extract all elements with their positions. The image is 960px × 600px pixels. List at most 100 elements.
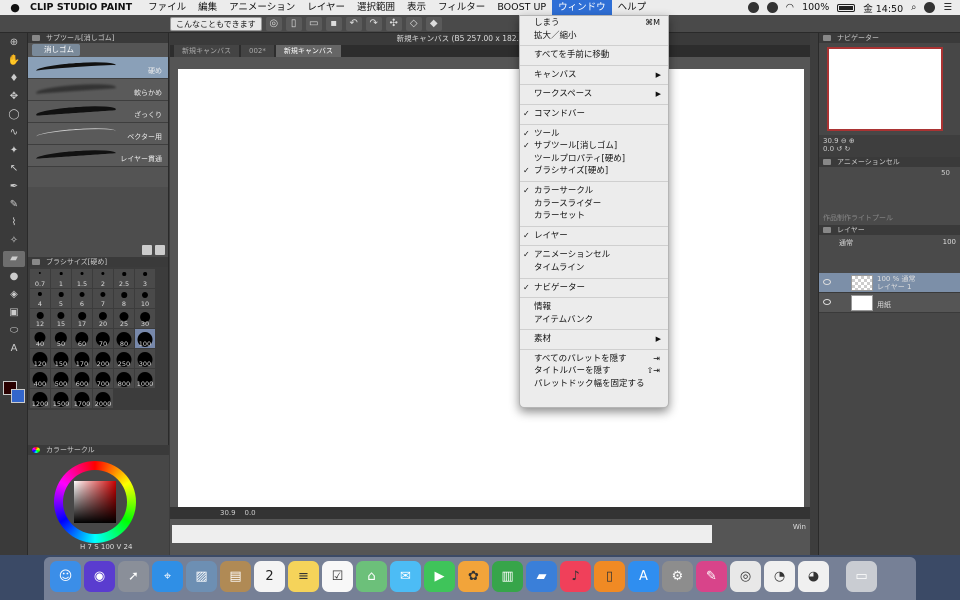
list-item[interactable]: レイヤー貫通 (28, 145, 168, 167)
gradient-tool-icon[interactable]: ▣ (3, 305, 25, 321)
menu-view[interactable]: 表示 (401, 0, 432, 15)
menu-item[interactable]: キャンバス ▶ (520, 69, 668, 82)
menu-item[interactable]: タイトルバーを隠す ⇧⇥ (520, 365, 668, 378)
reminders-icon[interactable]: ☑ (322, 561, 353, 592)
menu-item[interactable]: タイムライン (520, 262, 668, 275)
menu-animation[interactable]: アニメーション (223, 0, 301, 15)
selection-tool-icon[interactable]: ◯ (3, 107, 25, 123)
brush-size-option[interactable]: 70 (93, 329, 113, 348)
saturation-value[interactable]: 100 (101, 543, 114, 551)
brush-size-option[interactable]: 1000 (135, 369, 155, 388)
layer-panel-header[interactable]: レイヤー (819, 225, 960, 235)
navigator-panel-header[interactable]: ナビゲーター (819, 33, 960, 43)
menu-item[interactable]: アイテムバンク (520, 314, 668, 327)
brush-size-option[interactable]: 80 (114, 329, 134, 348)
menu-boost-up[interactable]: BOOST UP (491, 0, 552, 15)
messages-icon[interactable]: ✉ (390, 561, 421, 592)
launchpad-icon[interactable]: ➚ (118, 561, 149, 592)
undo-icon[interactable]: ↶ (345, 16, 362, 31)
menu-file[interactable]: ファイル (142, 0, 192, 15)
notification-center-icon[interactable]: ☰ (943, 2, 952, 13)
menu-item[interactable]: ✓ ナビゲーター (520, 282, 668, 295)
brush-size-option[interactable]: 12 (30, 309, 50, 328)
system-status-icon[interactable] (747, 2, 759, 13)
eye-icon[interactable] (823, 299, 831, 305)
layer-row[interactable]: 100 % 通常 レイヤー 1 (819, 273, 960, 293)
brush-size-option[interactable]: 3 (135, 269, 155, 288)
siri-menu-icon[interactable] (924, 2, 936, 13)
angle-readout[interactable]: 0.0 (245, 509, 256, 517)
menu-item[interactable]: ✓ カラーサークル (520, 185, 668, 198)
hue-ring[interactable] (54, 461, 136, 543)
clip-studio-icon[interactable]: ◎ (265, 16, 282, 31)
books-icon[interactable]: ▯ (594, 561, 625, 592)
delete-subtool-icon[interactable] (155, 245, 165, 255)
brush-size-option[interactable]: 40 (30, 329, 50, 348)
menu-item[interactable]: 情報 (520, 301, 668, 314)
canvas-tab[interactable]: 新規キャンバス (174, 45, 239, 57)
pen-tool-icon[interactable]: ✒ (3, 179, 25, 195)
list-item[interactable]: 軟らかめ (28, 79, 168, 101)
menu-item[interactable]: ✓ アニメーションセル (520, 249, 668, 262)
opacity-value[interactable]: 100 (943, 238, 956, 246)
fill-icon[interactable]: ◆ (425, 16, 442, 31)
apple-icon[interactable]: ● (0, 1, 30, 14)
clipstudio-paint-icon[interactable]: ✎ (696, 561, 727, 592)
brush-size-option[interactable]: 800 (114, 369, 134, 388)
siri-icon[interactable]: ◉ (84, 561, 115, 592)
brush-size-option[interactable]: 300 (135, 349, 155, 368)
brush-size-option[interactable]: 200 (93, 349, 113, 368)
brush-size-option[interactable]: 8 (114, 289, 134, 308)
fill-tool-icon[interactable]: ◈ (3, 287, 25, 303)
menu-item[interactable]: ✓ ツール (520, 128, 668, 141)
keynote-icon[interactable]: ▰ (526, 561, 557, 592)
menu-item[interactable]: カラーセット (520, 210, 668, 223)
figure-tool-icon[interactable]: ⬭ (3, 323, 25, 339)
appstore-icon[interactable]: A (628, 561, 659, 592)
notes-icon[interactable]: ≡ (288, 561, 319, 592)
eyedropper-tool-icon[interactable]: ♦ (3, 71, 25, 87)
app-status-icon[interactable] (766, 2, 778, 13)
brush-size-option[interactable]: 25 (114, 309, 134, 328)
list-item[interactable]: ベクター用 (28, 123, 168, 145)
brush-size-option[interactable]: 5 (51, 289, 71, 308)
maps-icon[interactable]: ⌂ (356, 561, 387, 592)
transform-icon[interactable]: ✣ (385, 16, 402, 31)
brush-size-option[interactable]: 2 (93, 269, 113, 288)
wifi-icon[interactable]: ◠ (786, 2, 794, 13)
brightness-value[interactable]: 24 (124, 543, 133, 551)
brush-size-option[interactable]: 2000 (93, 389, 113, 408)
brush-size-option[interactable]: 15 (51, 309, 71, 328)
color-panel-header[interactable]: カラーサークル (28, 445, 169, 455)
hand-tool-icon[interactable]: ✋ (3, 53, 25, 69)
menu-item[interactable]: しまう ⌘M (520, 17, 668, 30)
search-icon[interactable]: ⌕ (911, 2, 916, 13)
airbrush-tool-icon[interactable]: ✧ (3, 233, 25, 249)
canvas-tab[interactable]: 新規キャンバス (275, 45, 341, 57)
clear-icon[interactable]: ◇ (405, 16, 422, 31)
eye-icon[interactable] (823, 279, 831, 285)
layer-row[interactable]: 用紙 (819, 293, 960, 313)
brush-size-option[interactable]: 50 (51, 329, 71, 348)
battery-icon[interactable] (837, 3, 856, 12)
clipstudio-extra-icon[interactable]: ◕ (798, 561, 829, 592)
hue-value[interactable]: 7 (88, 543, 92, 551)
brush-size-option[interactable]: 600 (72, 369, 92, 388)
menu-item[interactable]: ✓ レイヤー (520, 230, 668, 243)
blend-mode-select[interactable]: 通常 (839, 239, 853, 247)
brush-size-option[interactable]: 0.7 (30, 269, 50, 288)
brush-size-option[interactable]: 1.5 (72, 269, 92, 288)
preview-icon[interactable]: ▨ (186, 561, 217, 592)
menu-item[interactable]: カラースライダー (520, 198, 668, 211)
notebook-icon[interactable]: ▤ (220, 561, 251, 592)
operation-tool-icon[interactable]: ↖ (3, 161, 25, 177)
menu-edit[interactable]: 編集 (192, 0, 223, 15)
finder-icon[interactable]: ☺ (50, 561, 81, 592)
tips-button[interactable]: こんなこともできます (170, 16, 262, 31)
navigator-angle[interactable]: 0.0 (823, 145, 834, 153)
brush-size-option[interactable]: 6 (72, 289, 92, 308)
menu-help[interactable]: ヘルプ (612, 0, 653, 15)
list-item[interactable]: ざっくり (28, 101, 168, 123)
brush-size-option[interactable]: 7 (93, 289, 113, 308)
menu-item[interactable]: パレットドック幅を固定する (520, 378, 668, 391)
